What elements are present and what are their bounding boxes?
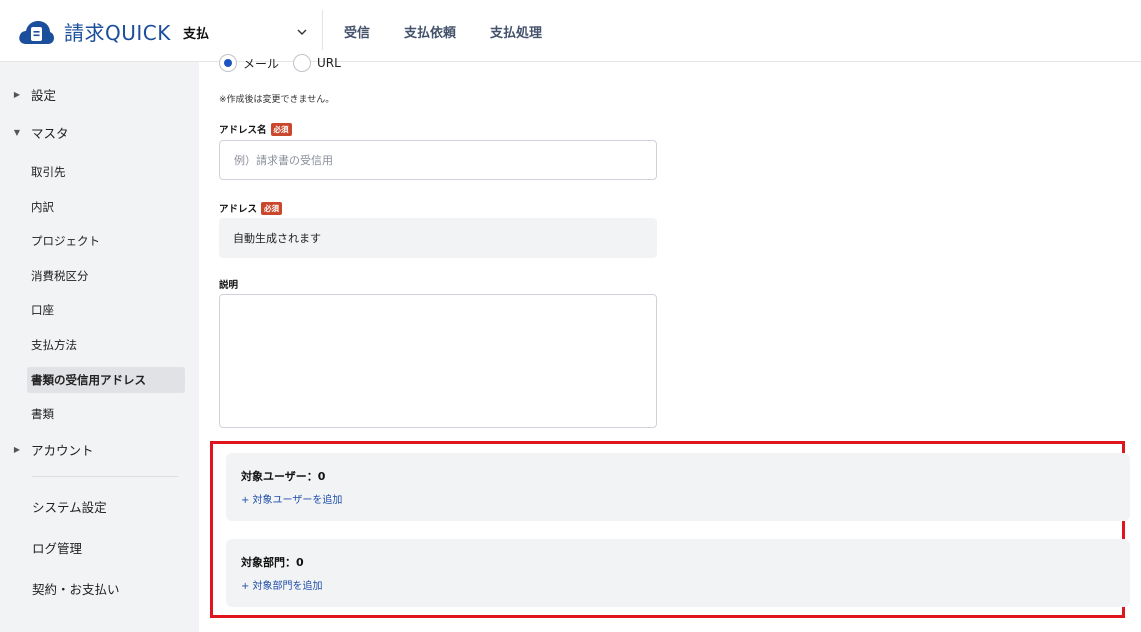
top-nav: 受信 支払依頼 支払処理 (344, 22, 542, 41)
sidebar-item-projects[interactable]: プロジェクト (27, 228, 185, 254)
sidebar-item-documents[interactable]: 書類 (27, 401, 185, 427)
radio-email[interactable] (219, 54, 237, 72)
sidebar-item-account[interactable]: ▶ アカウント (0, 435, 199, 463)
sidebar-item-vendors[interactable]: 取引先 (27, 159, 185, 185)
nav-receive[interactable]: 受信 (344, 22, 370, 41)
sidebar-item-master[interactable]: ▼ マスタ (0, 118, 199, 146)
sidebar-divider (32, 476, 178, 477)
nav-payment-request[interactable]: 支払依頼 (404, 22, 456, 41)
target-departments-card: 対象部門：0 + 対象部門を追加 (226, 539, 1130, 607)
module-label: 支払 (183, 26, 210, 42)
sidebar-item-bank-account[interactable]: 口座 (27, 297, 185, 323)
address-name-input[interactable] (219, 140, 657, 180)
caret-down-icon: ▼ (13, 127, 21, 137)
caret-right-icon: ▶ (13, 89, 21, 99)
app-name: 請求QUICK (64, 21, 171, 45)
sidebar-item-breakdown[interactable]: 内訳 (27, 194, 185, 220)
app-logo[interactable]: 請求QUICK (18, 17, 171, 46)
sidebar-item-label: 設定 (31, 87, 57, 103)
header-divider (322, 10, 323, 50)
required-badge: 必須 (270, 122, 292, 136)
add-target-department-link[interactable]: + 対象部門を追加 (241, 577, 323, 592)
target-users-title: 対象ユーザー：0 (241, 470, 326, 483)
target-users-card: 対象ユーザー：0 + 対象ユーザーを追加 (226, 453, 1130, 521)
sidebar-item-label: マスタ (31, 125, 69, 141)
sidebar-item-settings[interactable]: ▶ 設定 (0, 80, 199, 108)
address-name-label: アドレス名 必須 (219, 122, 292, 136)
sidebar: ▶ 設定 ▼ マスタ 取引先 内訳 プロジェクト 消費税区分 口座 支払方法 書… (0, 62, 199, 632)
module-select[interactable]: 支払 (183, 20, 313, 44)
address-value: 自動生成されます (219, 218, 657, 258)
nav-payment-processing[interactable]: 支払処理 (490, 22, 542, 41)
cloud-invoice-icon (18, 18, 54, 46)
sidebar-item-tax-category[interactable]: 消費税区分 (27, 263, 185, 289)
chevron-down-icon (297, 29, 307, 35)
sidebar-item-log-management[interactable]: ログ管理 (32, 538, 82, 557)
sidebar-item-receiving-address[interactable]: 書類の受信用アドレス (27, 367, 185, 393)
sidebar-item-contract-payment[interactable]: 契約・お支払い (32, 579, 120, 598)
description-textarea[interactable] (219, 294, 657, 428)
add-target-user-link[interactable]: + 対象ユーザーを追加 (241, 491, 342, 506)
description-label: 説明 (219, 280, 239, 291)
address-label: アドレス 必須 (219, 201, 283, 215)
sidebar-item-system-settings[interactable]: システム設定 (32, 497, 107, 516)
sidebar-item-label: アカウント (31, 442, 94, 458)
radio-email-label: メール (243, 56, 280, 71)
address-type-group: メール URL (219, 54, 355, 72)
target-departments-title: 対象部門：0 (241, 556, 304, 569)
caret-right-icon: ▶ (13, 444, 21, 454)
required-badge: 必須 (261, 201, 283, 215)
type-note: ※作成後は変更できません。 (219, 95, 335, 105)
sidebar-item-payment-method[interactable]: 支払方法 (27, 332, 185, 358)
radio-url[interactable] (293, 54, 312, 72)
radio-url-label: URL (317, 56, 341, 70)
app-header: 請求QUICK 支払 受信 支払依頼 支払処理 (0, 0, 1141, 62)
highlight-box: 対象ユーザー：0 + 対象ユーザーを追加 対象部門：0 + 対象部門を追加 (210, 441, 1130, 618)
main-content: メール URL ※作成後は変更できません。 アドレス名 必須 アドレス 必須 自… (199, 54, 1141, 632)
